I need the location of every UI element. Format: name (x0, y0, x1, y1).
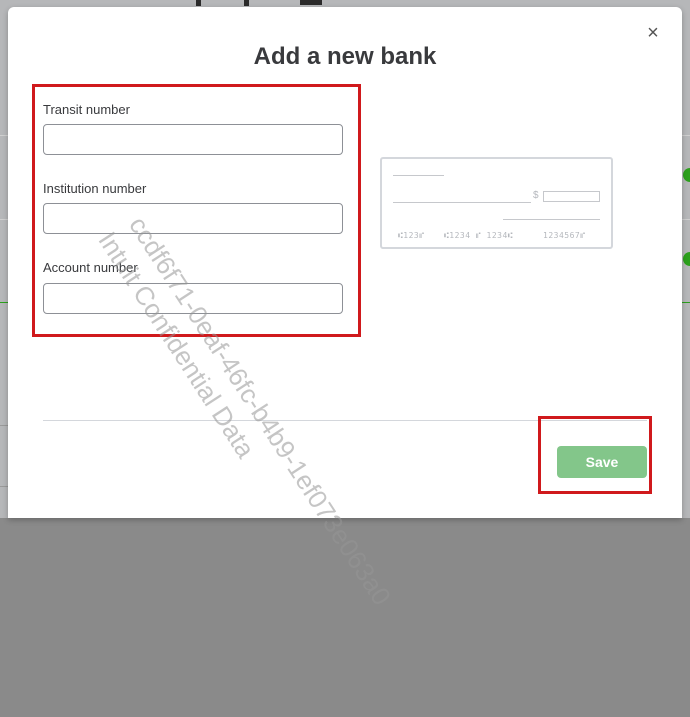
cheque-date-line (393, 175, 444, 176)
background-heading-fragment (300, 0, 322, 5)
cheque-micr-institution: ⑆1234 ⑈ 1234⑆ (444, 231, 514, 240)
close-icon[interactable]: × (642, 22, 664, 44)
background-status-dot (683, 168, 690, 182)
background-heading-fragment (244, 0, 249, 6)
background-status-dot (683, 252, 690, 266)
cheque-signature-line (503, 219, 600, 220)
cheque-payee-line (393, 202, 531, 203)
cheque-amount-box (543, 191, 600, 202)
dialog-title: Add a new bank (253, 43, 437, 70)
cheque-dollar-sign: $ (533, 190, 539, 201)
cheque-micr-transit: ⑆123⑈ (398, 231, 425, 240)
background-heading-fragment (196, 0, 201, 6)
cheque-illustration: $ ⑆123⑈ ⑆1234 ⑈ 1234⑆ 1234567⑈ (380, 157, 613, 249)
cheque-micr-account: 1234567⑈ (543, 231, 586, 240)
highlight-box-fields (32, 84, 361, 337)
highlight-box-save (538, 416, 652, 494)
